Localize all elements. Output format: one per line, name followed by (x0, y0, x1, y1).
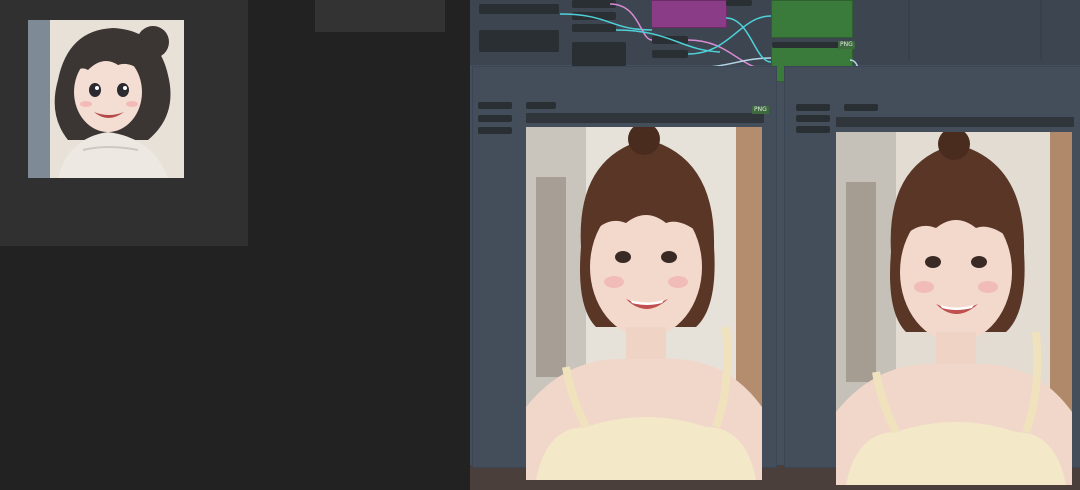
anime-preview-image[interactable] (28, 20, 184, 178)
anime-girl-illustration (28, 20, 184, 178)
sampler-node[interactable] (651, 0, 727, 28)
png-badge: PNG (838, 41, 855, 49)
png-badge: PNG (752, 106, 769, 114)
node-widget[interactable] (526, 102, 556, 109)
node-widget[interactable] (479, 30, 559, 52)
result-image-right[interactable] (836, 132, 1072, 485)
node-widget[interactable] (478, 127, 512, 134)
node-widget[interactable] (652, 50, 688, 58)
node-widget[interactable] (478, 115, 512, 122)
node-widget[interactable] (652, 36, 688, 44)
node-widget[interactable] (796, 115, 830, 122)
node-widget[interactable] (572, 12, 616, 20)
save-image-node-right-header[interactable] (836, 117, 1074, 127)
node-widget[interactable] (478, 102, 512, 109)
smiling-girl-photo (526, 127, 762, 480)
conditioning-node-top[interactable] (771, 0, 853, 38)
top-toolbar-block (315, 0, 445, 32)
node-widget[interactable] (726, 0, 752, 6)
node-widget[interactable] (479, 4, 559, 14)
node-widget[interactable] (572, 42, 626, 68)
divider (1040, 0, 1042, 60)
smiling-girl-photo (836, 132, 1072, 485)
result-image-left[interactable] (526, 127, 762, 480)
node-widget[interactable] (796, 126, 830, 133)
node-widget[interactable] (844, 104, 878, 111)
save-image-node-left-header[interactable] (526, 113, 764, 123)
node-widget[interactable] (796, 104, 830, 111)
divider (908, 0, 910, 60)
node-widget[interactable] (572, 24, 616, 32)
node-widget[interactable] (572, 0, 616, 8)
